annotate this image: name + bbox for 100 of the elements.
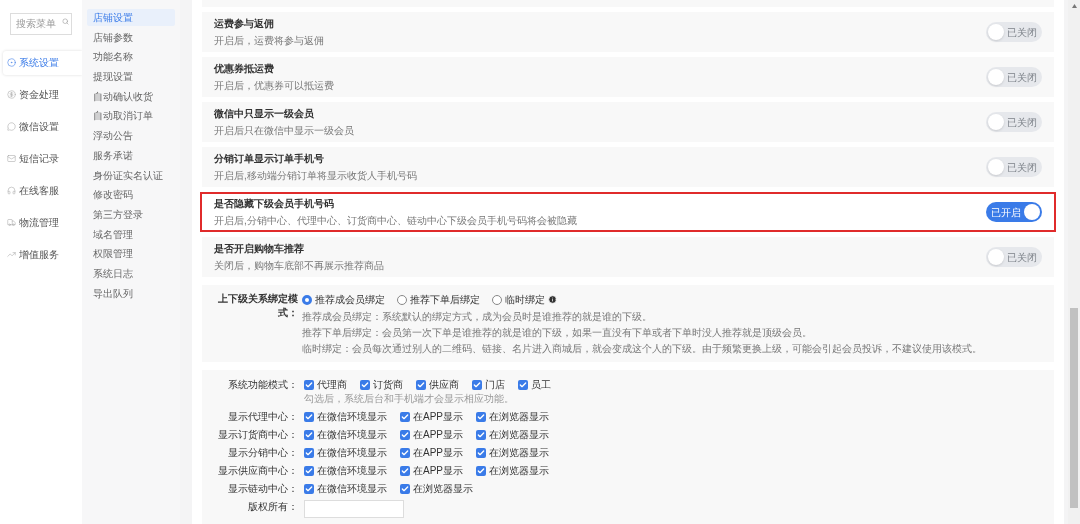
field-label: 上下级关系绑定模式： [217,292,299,320]
checkbox[interactable] [304,429,314,440]
checkbox-label: 订货商 [373,378,403,391]
nav-icon [7,154,16,163]
setting-title: 是否隐藏下级会员手机号码 [214,197,335,211]
checkbox[interactable] [476,447,486,458]
text-field[interactable] [304,500,404,518]
checkbox-label: 在微信环境显示 [317,428,387,441]
nav-item[interactable]: 资金处理 [0,82,82,107]
checkbox[interactable] [360,379,370,390]
setting-description: 关闭后，购物车底部不再展示推荐商品 [214,259,384,273]
checkbox[interactable] [476,411,486,422]
submenu-item[interactable]: 导出队列 [87,284,175,302]
checkbox-label: 供应商 [429,378,459,391]
checkbox-label: 在浏览器显示 [489,410,549,423]
setting-description: 开启后只在微信中显示一级会员 [214,124,354,138]
nav-item[interactable]: 微信设置 [0,114,82,139]
nav-item[interactable]: 增值服务 [0,242,82,267]
checkbox-label: 在浏览器显示 [413,482,473,495]
field-label: 显示供应商中心： [217,464,299,477]
checkbox[interactable] [400,483,410,494]
checkbox-label: 在APP显示 [413,464,463,477]
nav-item[interactable]: 物流管理 [0,210,82,235]
checkbox-label: 门店 [485,378,505,391]
checkbox[interactable] [304,379,314,390]
nav-item[interactable]: 在线客服 [0,178,82,203]
submenu-item[interactable]: 系统日志 [87,264,175,282]
radio-option[interactable]: 推荐下单后绑定 [397,292,480,307]
toggle-switch[interactable]: 已关闭 [986,67,1042,87]
toggle-switch[interactable]: 已关闭 [986,247,1042,267]
checkbox-label: 在浏览器显示 [489,464,549,477]
submenu-item[interactable]: 服务承诺 [87,146,175,164]
checkbox[interactable] [304,465,314,476]
setting-title: 微信中只显示一级会员 [214,107,315,121]
setting-title: 分销订单显示订单手机号 [214,152,325,166]
nav-icon [7,250,16,259]
help-text: 推荐下单后绑定：会员第一次下单是谁推荐的就是谁的下级，如果一直没有下单或者下单时没人推荐就是顶级会员。 [302,326,813,339]
submenu-item[interactable]: 修改密码 [87,186,175,204]
checkbox-label: 在微信环境显示 [317,410,387,423]
checkbox[interactable] [304,483,314,494]
checkbox-label: 代理商 [317,378,347,391]
toggle-switch[interactable]: 已开启 [986,202,1042,222]
field-label: 显示订货商中心： [217,428,299,441]
checkbox-label: 在APP显示 [413,428,463,441]
checkbox[interactable] [416,379,426,390]
radio-option[interactable]: 临时绑定 [492,292,557,307]
checkbox[interactable] [304,447,314,458]
checkbox[interactable] [400,447,410,458]
checkbox[interactable] [400,465,410,476]
field-label: 显示链动中心： [227,482,299,495]
checkbox-label: 员工 [531,378,551,391]
checkbox-label: 在浏览器显示 [489,446,549,459]
scroll-up-icon[interactable] [1071,4,1077,8]
checkbox-label: 在APP显示 [413,410,463,423]
checkbox[interactable] [400,411,410,422]
nav-item[interactable]: 短信记录 [0,146,82,171]
help-text: 临时绑定：会员每次通过别人的二维码、链接、名片进入商城后，就会变成这个人的下级。由于频繁更换上级，可能会引起会员投诉，不建议使用该模式。 [302,342,982,355]
toggle-switch[interactable]: 已关闭 [986,112,1042,132]
checkbox[interactable] [518,379,528,390]
setting-description: 开启后,移动端分销订单将显示收货人手机号码 [214,169,417,183]
search-field[interactable]: 搜索菜单 [10,12,72,35]
checkbox[interactable] [472,379,482,390]
submenu-item[interactable]: 第三方登录 [87,205,175,223]
help-text: 推荐成会员绑定：系统默认的绑定方式，成为会员时是谁推荐的就是谁的下级。 [302,310,653,323]
toggle-switch[interactable]: 已关闭 [986,22,1042,42]
submenu-item[interactable]: 权限管理 [87,245,175,263]
nav-icon [7,122,16,131]
setting-title: 是否开启购物车推荐 [214,242,305,256]
field-label: 系统功能模式： [227,378,299,392]
submenu-item[interactable]: 自动确认收货 [87,87,175,105]
submenu-item[interactable]: 自动取消订单 [87,107,175,125]
checkbox-label: 在APP显示 [413,446,463,459]
radio-option[interactable]: 推荐成会员绑定 [302,292,385,307]
checkbox[interactable] [304,411,314,422]
nav-icon [7,218,16,227]
setting-description: 开启后，优惠券可以抵运费 [214,79,334,93]
submenu-item[interactable]: 浮动公告 [87,127,175,145]
nav-item[interactable]: 系统设置 [3,50,82,75]
setting-description: 开启后,分销中心、代理中心、订货商中心、链动中心下级会员手机号码将会被隐藏 [214,214,577,228]
checkbox[interactable] [476,429,486,440]
checkbox-label: 在微信环境显示 [317,482,387,495]
field-label: 版权所有： [247,500,299,514]
toggle-switch[interactable]: 已关闭 [986,157,1042,177]
checkbox[interactable] [400,429,410,440]
checkbox[interactable] [476,465,486,476]
scrollbar-thumb[interactable] [1070,308,1078,508]
search-icon [62,18,69,25]
nav-icon [7,186,16,195]
setting-title: 优惠券抵运费 [214,62,275,76]
submenu-item[interactable]: 提现设置 [87,68,175,86]
submenu-item[interactable]: 店铺设置 [87,9,175,26]
checkbox-label: 在浏览器显示 [489,428,549,441]
scrollbar[interactable] [1068,0,1080,524]
submenu-item[interactable]: 域名管理 [87,225,175,243]
setting-title: 运费参与返佣 [214,17,275,31]
submenu-item[interactable]: 功能名称 [87,48,175,66]
help-text: 勾选后，系统后台和手机端才会显示相应功能。 [304,392,515,405]
submenu-item[interactable]: 店铺参数 [87,28,175,46]
nav-icon [7,58,16,67]
submenu-item[interactable]: 身份证实名认证 [87,166,175,184]
